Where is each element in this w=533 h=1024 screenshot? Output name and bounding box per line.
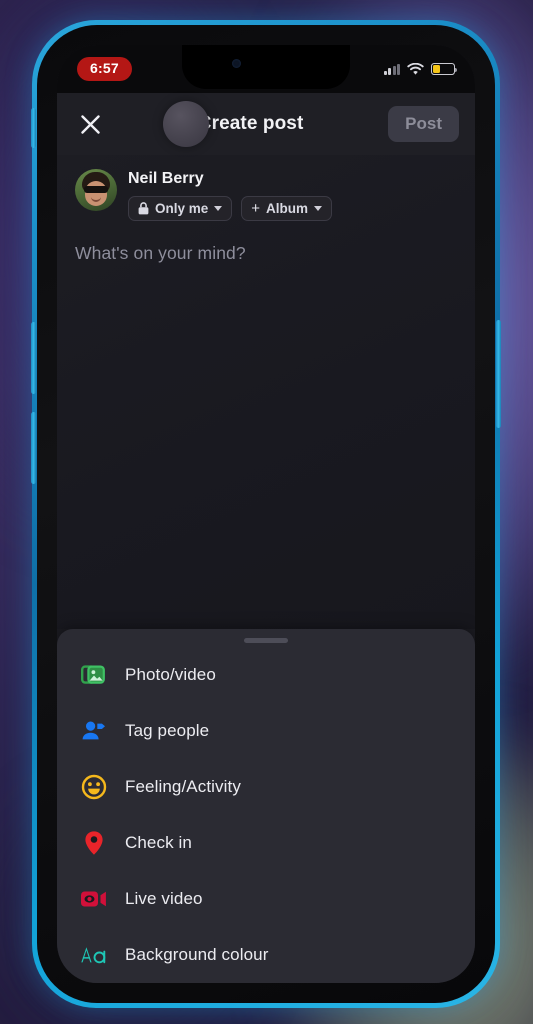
lock-icon [138, 202, 149, 215]
privacy-label: Only me [155, 201, 209, 216]
composer-chips: Only me + Album [128, 196, 333, 221]
post-text-input[interactable]: What's on your mind? [75, 243, 457, 264]
post-composer: Neil Berry Only me + Album What's on you… [57, 155, 475, 629]
album-selector[interactable]: + Album [241, 196, 333, 221]
author-row: Neil Berry Only me + Album [75, 169, 457, 221]
volume-up-button[interactable] [31, 322, 36, 394]
album-label: Album [266, 201, 309, 216]
action-button[interactable] [31, 108, 36, 148]
option-label: Background colour [125, 945, 269, 964]
author-meta: Neil Berry Only me + Album [128, 169, 333, 221]
chevron-down-icon [214, 206, 223, 211]
option-photo-video[interactable]: Photo/video [57, 647, 475, 703]
battery-fill [433, 65, 440, 73]
option-label: Check in [125, 833, 192, 852]
app-header: Create post Post [57, 93, 475, 155]
avatar[interactable] [75, 169, 117, 211]
author-name: Neil Berry [128, 170, 204, 187]
live-video-icon [79, 884, 109, 914]
location-pin-icon [79, 828, 109, 858]
close-icon[interactable] [73, 107, 107, 141]
status-bar: 6:57 [57, 45, 475, 93]
option-feeling-activity[interactable]: Feeling/Activity [57, 759, 475, 815]
options-bottom-sheet: Photo/video Tag people Feeling/Activity … [57, 629, 475, 983]
front-camera-icon [232, 59, 241, 68]
battery-low-power-icon [431, 63, 458, 75]
option-label: Photo/video [125, 665, 216, 684]
phone-screen: 6:57 Create post Post Neil Berry Only me… [57, 45, 475, 983]
post-button[interactable]: Post [388, 106, 459, 142]
option-label: Live video [125, 889, 203, 908]
page-title: Create post [197, 113, 304, 134]
status-bar-indicators [383, 62, 458, 76]
option-tag-people[interactable]: Tag people [57, 703, 475, 759]
power-button[interactable] [496, 320, 501, 428]
privacy-selector[interactable]: Only me [128, 196, 233, 221]
option-live-video[interactable]: Live video [57, 871, 475, 927]
screen-recording-timer[interactable]: 6:57 [77, 56, 132, 82]
option-background-colour[interactable]: Background colour [57, 927, 475, 983]
option-check-in[interactable]: Check in [57, 815, 475, 871]
wifi-icon [407, 62, 424, 75]
option-label: Tag people [125, 721, 210, 740]
chevron-down-icon [314, 206, 323, 211]
feeling-activity-icon [79, 772, 109, 802]
plus-icon: + [251, 200, 261, 217]
background-colour-icon [79, 940, 109, 970]
volume-down-button[interactable] [31, 412, 36, 484]
photo-video-icon [79, 660, 109, 690]
dynamic-island [182, 45, 350, 89]
tag-people-icon [79, 716, 109, 746]
camera-overlay-bubble[interactable] [163, 101, 209, 147]
cellular-signal-icon [383, 63, 400, 75]
drag-handle[interactable] [244, 638, 288, 643]
phone-device: 6:57 Create post Post Neil Berry Only me… [31, 20, 501, 1008]
option-label: Feeling/Activity [125, 777, 241, 796]
